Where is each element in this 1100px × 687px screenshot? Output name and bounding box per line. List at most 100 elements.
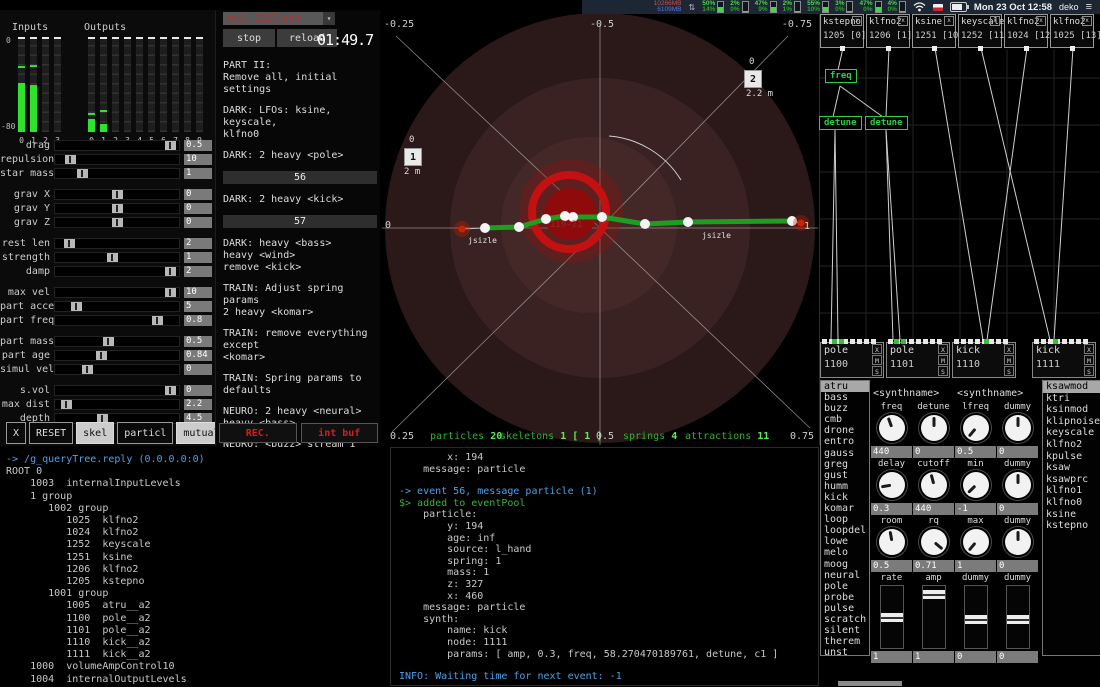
unit-node-box[interactable]: pole 1100 X M S xyxy=(820,342,884,378)
knob[interactable] xyxy=(921,415,947,441)
param-value[interactable]: 0.5 xyxy=(184,336,212,347)
synth-list-item[interactable]: silent xyxy=(821,625,869,636)
synth-list-item[interactable]: atru xyxy=(821,381,869,392)
fader-handle[interactable] xyxy=(923,590,945,599)
lfo-list-item[interactable]: klfno1 xyxy=(1043,485,1100,497)
control-value[interactable]: 0 xyxy=(913,446,954,458)
mute-button[interactable]: M xyxy=(872,355,882,365)
close-icon[interactable]: x xyxy=(990,16,1000,26)
param-slider[interactable] xyxy=(54,203,180,214)
unit-node-box[interactable]: pole 1101 X M S xyxy=(886,342,950,378)
synth-list-item[interactable]: unst xyxy=(821,647,869,656)
lfo-list-item[interactable]: ksawprc xyxy=(1043,474,1100,486)
control-value[interactable]: 1 xyxy=(871,651,912,663)
node-input-connectors[interactable] xyxy=(822,339,876,344)
param-value[interactable]: 0.8 xyxy=(184,315,212,326)
synth-list-item[interactable]: kick xyxy=(821,492,869,503)
record-button[interactable]: REC. xyxy=(219,423,297,443)
node-output-connector[interactable] xyxy=(1070,46,1075,51)
fader[interactable] xyxy=(880,585,904,649)
synth-list-item[interactable]: scratch xyxy=(821,614,869,625)
tag-detune-2[interactable]: detune xyxy=(865,116,908,130)
synth-list-item[interactable]: gust xyxy=(821,470,869,481)
param-value[interactable]: 1 xyxy=(184,168,212,179)
x-button[interactable]: X xyxy=(1084,344,1094,354)
param-slider[interactable] xyxy=(54,301,180,312)
knob[interactable] xyxy=(879,472,905,498)
distance-marker-2[interactable]: 2 xyxy=(744,70,762,88)
node-output-connector[interactable] xyxy=(886,46,891,51)
knob[interactable] xyxy=(1005,415,1031,441)
solo-button[interactable]: S xyxy=(1004,366,1014,376)
param-value[interactable]: 10 xyxy=(184,154,212,165)
param-slider[interactable] xyxy=(54,315,180,326)
knob[interactable] xyxy=(1005,472,1031,498)
fader-handle[interactable] xyxy=(965,615,987,624)
mode-button[interactable]: particl xyxy=(117,422,173,444)
score-file-dropdown[interactable]: poll_2017.scd ▾ xyxy=(223,12,335,25)
param-value[interactable]: 2 xyxy=(184,238,212,249)
synth-list-item[interactable]: humm xyxy=(821,481,869,492)
event-log-terminal[interactable]: x: 194 message: particle -> event 56, me… xyxy=(390,447,819,686)
control-value[interactable]: 0 xyxy=(997,503,1038,515)
param-value[interactable]: 2.2 xyxy=(184,399,212,410)
param-slider[interactable] xyxy=(54,168,180,179)
synth-list-item[interactable]: cmb xyxy=(821,414,869,425)
synth-list-item[interactable]: loop xyxy=(821,514,869,525)
param-slider-handle[interactable] xyxy=(96,351,107,360)
fader-handle[interactable] xyxy=(881,613,903,622)
param-value[interactable]: 0 xyxy=(184,217,212,228)
mute-button[interactable]: M xyxy=(938,355,948,365)
active-connector[interactable] xyxy=(984,339,989,344)
synth-list-item[interactable]: gauss xyxy=(821,448,869,459)
param-slider[interactable] xyxy=(54,189,180,200)
knob[interactable] xyxy=(963,472,989,498)
solo-button[interactable]: S xyxy=(1084,366,1094,376)
close-icon[interactable]: x xyxy=(1082,16,1092,26)
param-value[interactable]: 0 xyxy=(184,364,212,375)
param-value[interactable]: 0 xyxy=(184,203,212,214)
control-value[interactable]: 0 xyxy=(997,446,1038,458)
mode-button[interactable]: X xyxy=(6,422,26,444)
source-node-box[interactable]: ksine 1251 [10] x xyxy=(912,14,956,48)
param-slider-handle[interactable] xyxy=(65,155,76,164)
param-slider-handle[interactable] xyxy=(165,288,176,297)
knob[interactable] xyxy=(963,529,989,555)
lfo-list-item[interactable]: ksawmod xyxy=(1043,381,1100,393)
node-input-connectors[interactable] xyxy=(954,339,1008,344)
node-input-connectors[interactable] xyxy=(1034,339,1088,344)
fader[interactable] xyxy=(922,585,946,649)
param-slider-handle[interactable] xyxy=(107,253,118,262)
lfo-list-item[interactable]: ksinmod xyxy=(1043,404,1100,416)
param-value[interactable]: 0 xyxy=(184,189,212,200)
param-slider-handle[interactable] xyxy=(61,400,72,409)
scrollbar[interactable] xyxy=(838,681,902,686)
synth-list-item[interactable]: probe xyxy=(821,592,869,603)
param-slider[interactable] xyxy=(54,385,180,396)
param-value[interactable]: 0.84 xyxy=(184,350,212,361)
knob[interactable] xyxy=(1005,529,1031,555)
tag-detune-1[interactable]: detune xyxy=(819,116,862,130)
lfo-list-item[interactable]: ksaw xyxy=(1043,462,1100,474)
x-button[interactable]: X xyxy=(1004,344,1014,354)
param-slider[interactable] xyxy=(54,154,180,165)
param-slider[interactable] xyxy=(54,399,180,410)
node-output-connector[interactable] xyxy=(978,46,983,51)
param-slider-handle[interactable] xyxy=(112,218,123,227)
param-slider-handle[interactable] xyxy=(165,386,176,395)
synth-list-item[interactable]: therem xyxy=(821,636,869,647)
param-slider-handle[interactable] xyxy=(152,316,163,325)
synth-list-item[interactable]: loopdel xyxy=(821,525,869,536)
param-slider-handle[interactable] xyxy=(82,365,93,374)
param-slider-handle[interactable] xyxy=(165,141,176,150)
knob[interactable] xyxy=(879,415,905,441)
param-slider[interactable] xyxy=(54,238,180,249)
control-value[interactable]: 0.3 xyxy=(871,503,912,515)
source-node-box[interactable]: klfno2 1025 [13] x xyxy=(1050,14,1094,48)
fader[interactable] xyxy=(964,585,988,649)
knob[interactable] xyxy=(879,529,905,555)
close-icon[interactable]: x xyxy=(852,16,862,26)
param-value[interactable]: 10 xyxy=(184,287,212,298)
param-slider-handle[interactable] xyxy=(71,302,82,311)
lfo-list-item[interactable]: kpulse xyxy=(1043,451,1100,463)
